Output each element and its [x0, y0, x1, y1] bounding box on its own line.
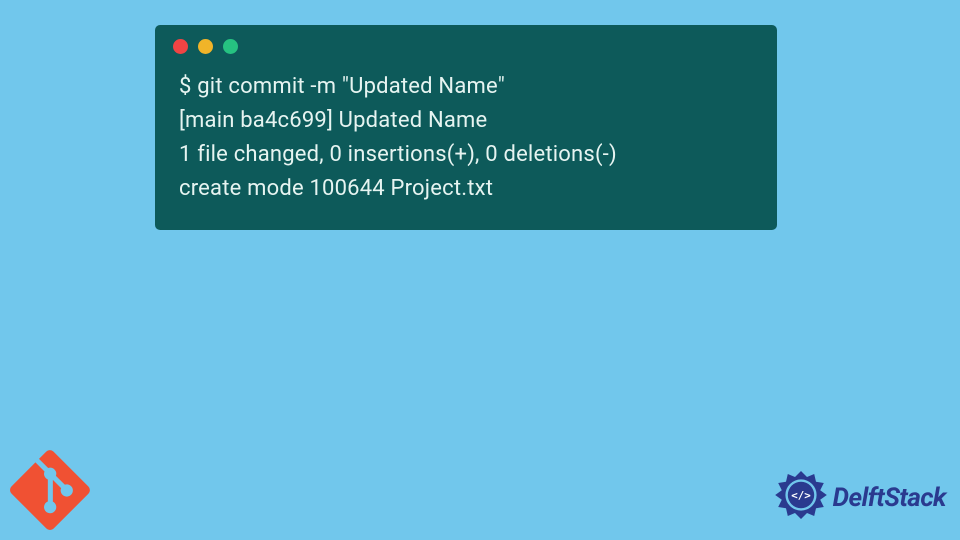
svg-text:</>: </> — [791, 489, 811, 502]
terminal-line: [main ba4c699] Updated Name — [179, 104, 753, 138]
minimize-icon — [198, 39, 213, 54]
terminal-output: $ git commit -m "Updated Name" [main ba4… — [155, 64, 777, 212]
terminal-line: $ git commit -m "Updated Name" — [179, 70, 753, 104]
window-controls — [155, 25, 777, 64]
terminal-line: create mode 100644 Project.txt — [179, 172, 753, 206]
terminal-line: 1 file changed, 0 insertions(+), 0 delet… — [179, 138, 753, 172]
delftstack-badge-icon: </> — [771, 468, 831, 528]
git-icon — [10, 450, 90, 530]
delftstack-text: DelftStack — [833, 483, 946, 513]
close-icon — [173, 39, 188, 54]
maximize-icon — [223, 39, 238, 54]
delftstack-logo: </> DelftStack — [771, 468, 946, 528]
terminal-window: $ git commit -m "Updated Name" [main ba4… — [155, 25, 777, 230]
